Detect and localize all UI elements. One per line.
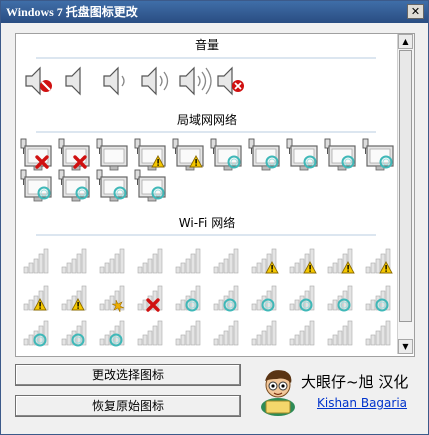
icon-grid: 音量 局域网网络 Wi-Fi 网络 (20, 37, 394, 347)
wifi-signal-icon[interactable] (137, 320, 163, 346)
wifi-warning-icon[interactable] (23, 285, 49, 311)
wifi-busy-icon[interactable] (99, 320, 125, 347)
lan-warning-icon[interactable] (172, 138, 204, 171)
wifi-busy-icon[interactable] (175, 285, 201, 312)
lan-busy-icon[interactable] (58, 169, 90, 202)
lan-idle-icon[interactable] (96, 138, 128, 171)
lan-busy-icon[interactable] (286, 138, 318, 171)
lan-disconnected-icon[interactable] (58, 138, 90, 171)
wifi-busy-icon[interactable] (61, 320, 87, 347)
wifi-signal-icon[interactable] (365, 320, 391, 346)
lan-section-title: 局域网网络 (177, 112, 237, 127)
scroll-up-button[interactable]: ▲ (398, 34, 413, 49)
wifi-signal-icon[interactable] (213, 320, 239, 346)
volume-error-icon[interactable] (217, 67, 244, 95)
lan-busy-icon[interactable] (362, 138, 394, 171)
app-window: Windows 7 托盘图标更改 ✕ 音量 局域网网络 Wi-Fi 网络 ▲ ▼… (0, 0, 429, 435)
wifi-signal-icon[interactable] (175, 320, 201, 346)
translator-credit: 大眼仔~旭 汉化 (301, 373, 409, 391)
author-link[interactable]: Kishan Bagaria (317, 396, 407, 410)
wifi-signal-icon[interactable] (175, 248, 201, 274)
wifi-signal-icon[interactable] (137, 248, 163, 274)
volume-high-icon[interactable] (179, 67, 212, 95)
vertical-scrollbar[interactable]: ▲ ▼ (397, 34, 414, 354)
author-avatar (261, 370, 295, 416)
wifi-busy-icon[interactable] (365, 285, 391, 312)
lan-warning-icon[interactable] (134, 138, 166, 171)
scroll-down-button[interactable]: ▼ (398, 339, 413, 354)
volume-muted-icon[interactable] (25, 67, 52, 95)
restore-icon-button[interactable]: 恢复原始图标 (15, 395, 241, 417)
lan-disconnected-icon[interactable] (20, 138, 52, 171)
lan-busy-icon[interactable] (96, 169, 128, 202)
wifi-warning-icon[interactable] (327, 248, 355, 274)
lan-busy-icon[interactable] (20, 169, 52, 202)
wifi-busy-icon[interactable] (327, 285, 353, 312)
wifi-signal-icon[interactable] (99, 248, 125, 274)
wifi-signal-icon[interactable] (289, 320, 315, 346)
wifi-warning-icon[interactable] (251, 248, 279, 274)
title-bar: Windows 7 托盘图标更改 ✕ (1, 1, 428, 23)
lan-busy-icon[interactable] (324, 138, 356, 171)
close-button[interactable]: ✕ (407, 4, 424, 19)
lan-busy-icon[interactable] (248, 138, 280, 171)
wifi-section-title: Wi-Fi 网络 (179, 215, 235, 230)
wifi-signal-icon[interactable] (327, 320, 353, 346)
volume-medium-icon[interactable] (141, 67, 169, 95)
wifi-warning-icon[interactable] (289, 248, 317, 274)
wifi-connecting-icon[interactable] (99, 285, 125, 313)
wifi-busy-icon[interactable] (23, 320, 49, 347)
lan-busy-icon[interactable] (210, 138, 242, 171)
change-icon-button[interactable]: 更改选择图标 (15, 364, 241, 386)
lan-busy-icon[interactable] (134, 169, 166, 202)
wifi-busy-icon[interactable] (213, 285, 239, 312)
volume-low-icon[interactable] (103, 67, 125, 95)
wifi-busy-icon[interactable] (251, 285, 277, 312)
wifi-signal-icon[interactable] (213, 248, 239, 274)
wifi-signal-icon[interactable] (23, 248, 49, 274)
wifi-warning-icon[interactable] (365, 248, 393, 274)
wifi-signal-icon[interactable] (251, 320, 277, 346)
scroll-thumb[interactable] (399, 50, 412, 322)
wifi-disconnected-icon[interactable] (137, 285, 163, 312)
wifi-busy-icon[interactable] (289, 285, 315, 312)
icon-panel: 音量 局域网网络 Wi-Fi 网络 (15, 33, 415, 357)
volume-section-title: 音量 (195, 37, 219, 52)
wifi-signal-icon[interactable] (61, 248, 87, 274)
wifi-warning-icon[interactable] (61, 285, 87, 311)
window-title: Windows 7 托盘图标更改 (6, 5, 138, 19)
volume-zero-icon[interactable] (65, 67, 81, 95)
